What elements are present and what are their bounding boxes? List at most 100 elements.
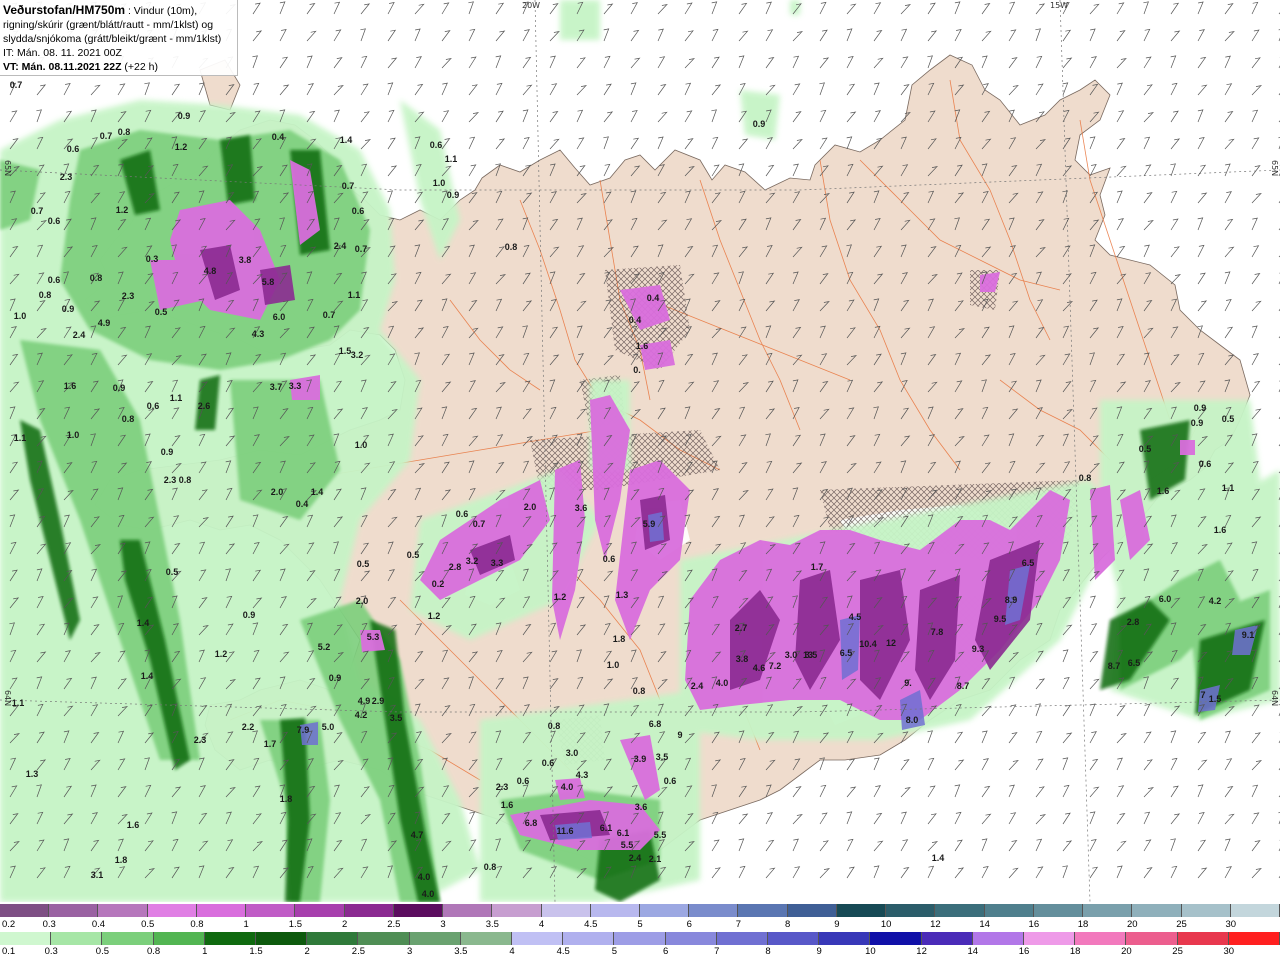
precip-value-label: 3.5 <box>805 650 818 660</box>
precip-value-label: 3.9 <box>634 754 647 764</box>
scale-label: 14 <box>967 946 979 957</box>
scale-label: 0.1 <box>2 946 16 957</box>
scale-swatch <box>460 932 512 945</box>
precip-value-label: 0.6 <box>48 275 61 285</box>
precip-value-label: 0.8 <box>484 862 497 872</box>
scale-swatch <box>102 932 154 945</box>
scale-label: 30 <box>1225 919 1237 930</box>
precip-value-label: 3.0 <box>785 650 798 660</box>
scale-swatch <box>344 904 394 917</box>
precip-value-label: 7.8 <box>931 627 944 637</box>
scale-swatch <box>563 932 615 945</box>
scale-swatch <box>492 904 542 917</box>
precip-value-label: 2.2 <box>242 722 255 732</box>
precip-value-label: 4.3 <box>576 770 589 780</box>
scale-swatch <box>246 904 296 917</box>
scale-swatch <box>1033 904 1084 917</box>
precip-value-label: 3.8 <box>239 255 252 265</box>
precip-value-label: 5.5 <box>621 840 634 850</box>
scale-swatch <box>870 932 922 945</box>
scale-label: 4.5 <box>556 946 570 957</box>
precip-value-label: 6.5 <box>1022 558 1035 568</box>
scale-swatch <box>984 904 1034 917</box>
precip-value-label: 0.9 <box>178 111 191 121</box>
header-line-3: slydda/snjókoma (grátt/bleikt/grænt - mm… <box>3 33 222 45</box>
precip-value-label: 2.8 <box>1127 617 1140 627</box>
precip-value-label: 0.7 <box>323 310 336 320</box>
precip-value-label: 0.9 <box>447 190 460 200</box>
scale-label: 3 <box>440 919 446 930</box>
precip-value-label: 9.1 <box>1242 630 1255 640</box>
precip-value-label: 0.8 <box>122 414 135 424</box>
precip-value-label: 0.9 <box>753 119 766 129</box>
scale-swatch <box>204 932 256 945</box>
scale-swatch <box>393 904 444 917</box>
precip-value-label: 1.0 <box>607 660 620 670</box>
map-info-header: Veðurstofan/HM750m : Vindur (10m), rigni… <box>0 0 238 76</box>
scale-swatch <box>738 904 788 917</box>
precip-value-label: 0.9 <box>62 304 75 314</box>
scale-label: 10 <box>865 946 876 957</box>
precip-value-label: 1.7 <box>264 739 277 749</box>
scale-label: 25 <box>1172 946 1183 957</box>
precip-value-label: 0.5 <box>166 567 179 577</box>
precip-value-label: 3.7 <box>270 382 283 392</box>
scale-label: 2.5 <box>351 946 365 957</box>
scale-swatch <box>49 904 99 917</box>
precip-value-label: 6.8 <box>525 818 538 828</box>
precip-value-label: 4.9 <box>358 696 371 706</box>
scale-swatch <box>590 904 640 917</box>
precip-value-label: 0.5 <box>407 550 420 560</box>
precip-value-label: 0.6 <box>1199 459 1212 469</box>
scale-swatch <box>614 932 666 945</box>
precip-value-label: 0.8 <box>39 290 52 300</box>
precip-value-label: 6.1 <box>600 823 613 833</box>
precip-value-label: 1.4 <box>340 135 353 145</box>
precip-value-label: 11.6 <box>556 826 573 836</box>
precip-value-label: 0.6 <box>456 509 469 519</box>
precip-value-label: 2.3 <box>164 475 177 485</box>
precip-value-label: 5.5 <box>654 830 667 840</box>
scale-swatch <box>51 932 103 945</box>
precip-value-label: 0. <box>633 365 641 375</box>
scale-label: 12 <box>916 946 927 957</box>
precip-value-label: 0.6 <box>48 216 61 226</box>
precip-value-label: 7.9 <box>297 725 310 735</box>
scale-label: 7 <box>714 946 720 957</box>
scale-label: 4 <box>509 946 515 957</box>
scale-label: 4.5 <box>584 919 598 930</box>
precip-value-label: 1.8 <box>115 855 128 865</box>
precip-value-label: 0.6 <box>430 140 443 150</box>
scale-label: 3 <box>406 946 413 957</box>
rain-scale-labels: 0.1 0.3 0.5 0.8 1 1.5 2 2.5 3 3.5 4 4.5 5 6 7 8 9 10 12 14 1… <box>0 946 1280 960</box>
title-suffix: : Vindur (10m), <box>125 5 198 17</box>
precip-value-label: 0.7 <box>31 206 44 216</box>
scale-label: 0.3 <box>42 919 56 930</box>
precip-value-label: 1.6 <box>501 800 514 810</box>
precip-value-label: 0.4 <box>647 293 660 303</box>
scale-label: 0.4 <box>91 919 106 930</box>
precip-value-label: 0.4 <box>272 132 285 142</box>
scale-swatch <box>295 904 345 917</box>
precip-value-label: 2.0 <box>271 487 284 497</box>
scale-swatch <box>443 904 493 917</box>
precip-value-label: 8.7 <box>957 681 970 691</box>
scale-label: 0.5 <box>141 919 155 930</box>
scale-swatch <box>1230 904 1280 917</box>
scale-label: 6 <box>662 946 669 957</box>
scale-label: 20 <box>1127 919 1138 930</box>
precip-value-label: 5.2 <box>318 642 331 652</box>
scale-swatch <box>409 932 461 945</box>
scale-label: 14 <box>979 919 990 930</box>
precip-value-label: 5.8 <box>262 277 275 287</box>
precip-value-label: 0.7 <box>342 181 355 191</box>
scale-label: 1.5 <box>249 946 263 957</box>
scale-label: 30 <box>1223 946 1235 957</box>
scale-swatch <box>1228 932 1280 945</box>
precip-value-label: 6.1 <box>617 828 630 838</box>
scale-label: 6 <box>686 919 692 930</box>
scale-swatch <box>1024 932 1076 945</box>
precip-value-label: 3.6 <box>575 503 588 513</box>
precip-value-label: 0.9 <box>113 383 126 393</box>
scale-swatch <box>1132 904 1182 917</box>
